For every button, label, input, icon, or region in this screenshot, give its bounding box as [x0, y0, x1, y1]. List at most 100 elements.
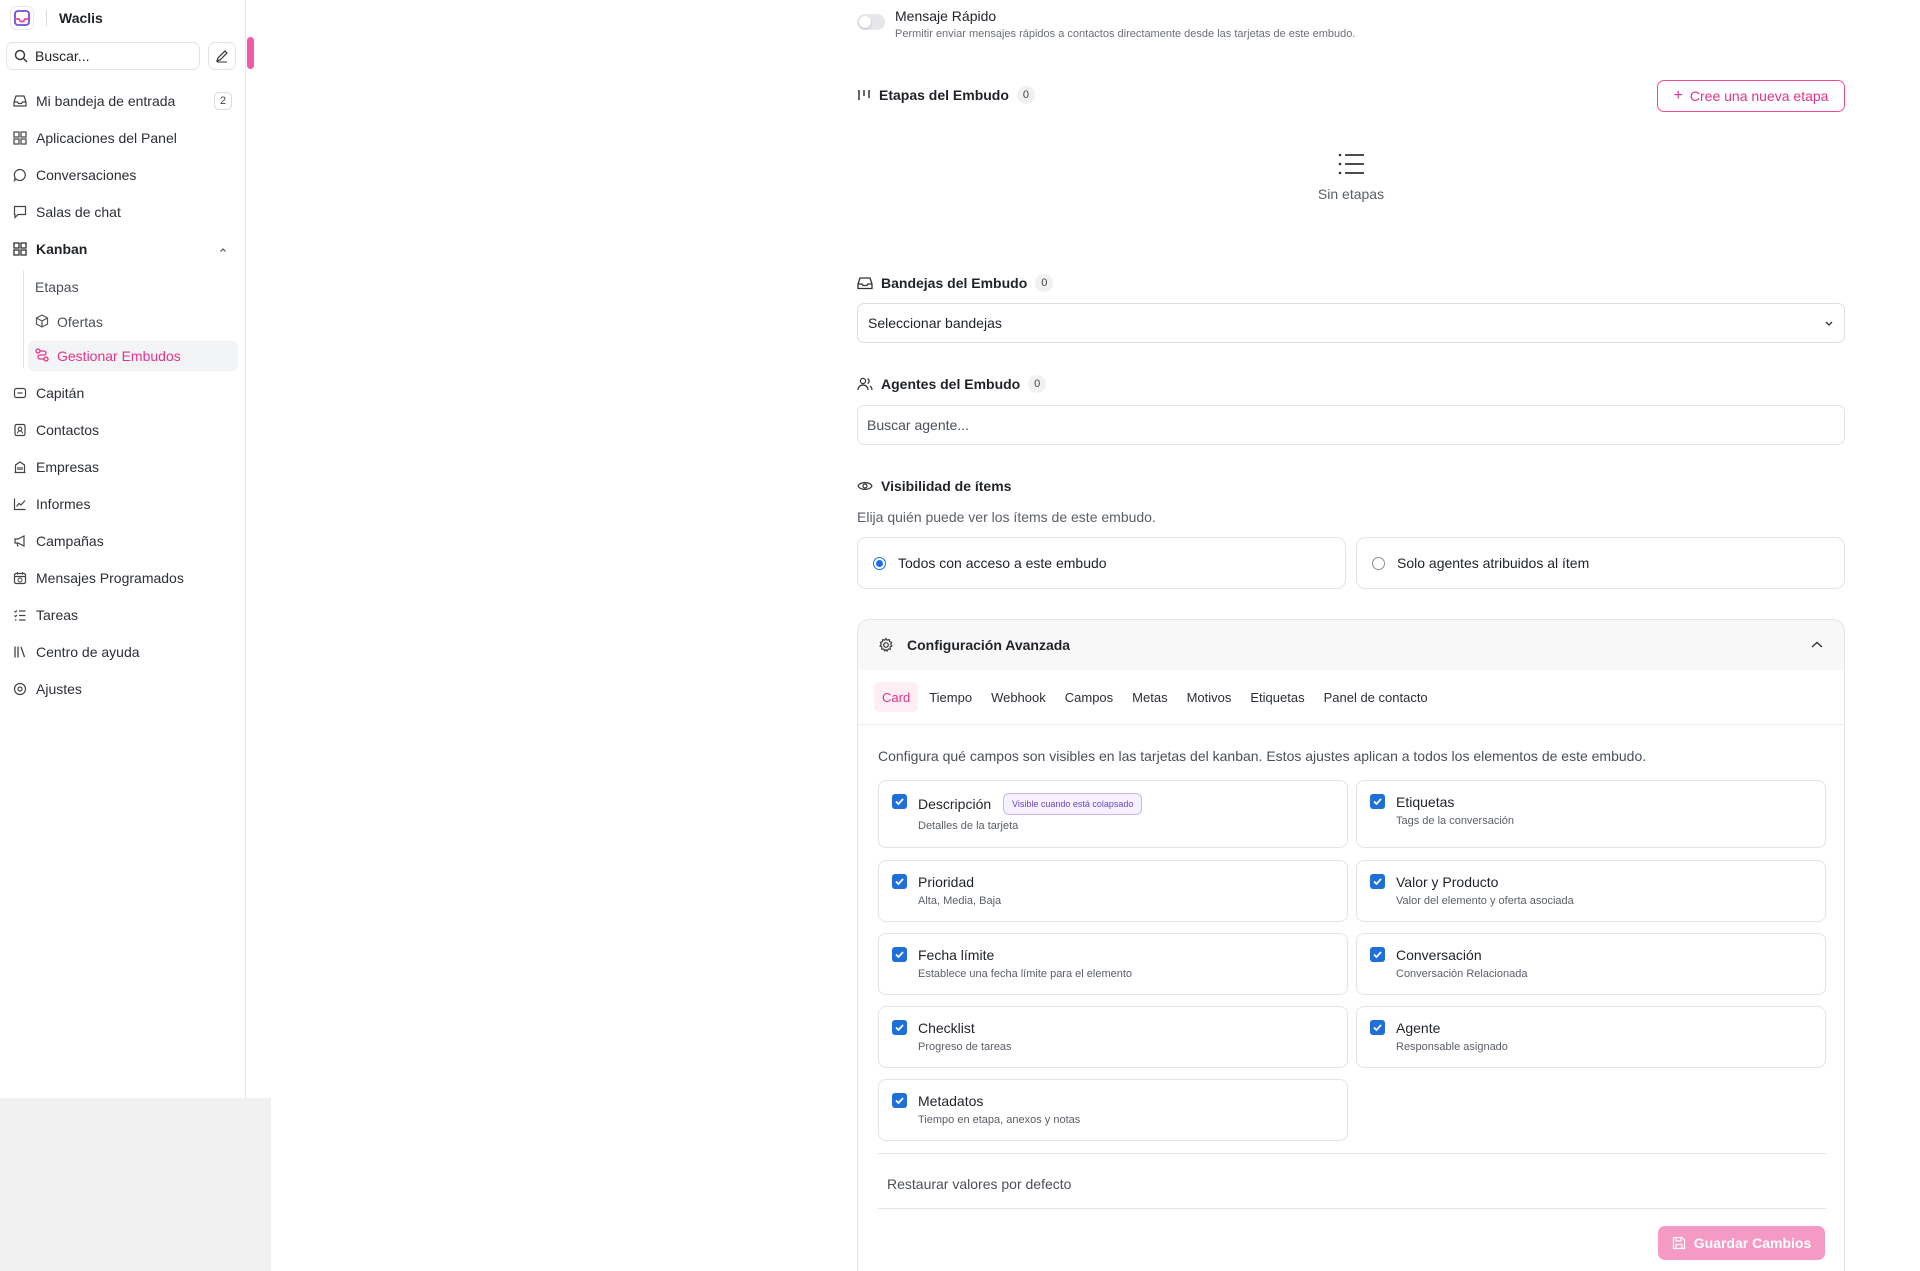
inbox-icon — [857, 277, 873, 290]
option-card-checklist[interactable]: Checklist Progreso de tareas — [878, 1006, 1348, 1068]
quick-message-description: Permitir enviar mensajes rápidos a conta… — [895, 28, 1356, 40]
sidebar-item-help-center[interactable]: Centro de ayuda — [6, 637, 238, 667]
option-card-valor-producto[interactable]: Valor y Producto Valor del elemento y of… — [1356, 860, 1826, 922]
sidebar-item-conversations[interactable]: Conversaciones — [6, 160, 238, 190]
option-title: Prioridad — [918, 874, 975, 890]
visible-collapsed-badge: Visible cuando está colapsado — [1003, 793, 1143, 815]
visibility-option-all[interactable]: Todos con acceso a este embudo — [857, 537, 1346, 589]
sidebar-item-label: Aplicaciones del Panel — [36, 130, 177, 146]
save-changes-label: Guardar Cambios — [1693, 1235, 1812, 1251]
sidebar-item-reports[interactable]: Informes — [6, 489, 238, 519]
checkbox-checked[interactable] — [892, 1093, 907, 1108]
advanced-config-title: Configuración Avanzada — [907, 637, 1071, 653]
tab-webhook[interactable]: Webhook — [983, 682, 1054, 712]
radio-selected[interactable] — [873, 556, 886, 570]
checkbox-checked[interactable] — [1370, 874, 1385, 889]
agent-search-input[interactable]: Buscar agente... — [857, 405, 1845, 445]
chevron-up-icon[interactable] — [1810, 638, 1824, 654]
sidebar-resize-handle[interactable] — [247, 37, 254, 69]
quick-message-toggle[interactable] — [857, 14, 885, 30]
sidebar-item-inbox[interactable]: Mi bandeja de entrada 2 — [6, 86, 238, 116]
sidebar-item-label: Tareas — [36, 607, 79, 623]
restore-defaults-button[interactable]: Restaurar valores por defecto — [887, 1176, 1071, 1192]
option-subtitle: Responsable asignado — [1396, 1041, 1508, 1053]
option-card-descripcion[interactable]: Descripción Visible cuando está colapsad… — [878, 780, 1348, 848]
search-placeholder: Buscar... — [35, 48, 90, 64]
sidebar-item-label: Kanban — [36, 241, 88, 257]
checkbox-checked[interactable] — [1370, 947, 1385, 962]
tab-tiempo[interactable]: Tiempo — [921, 682, 980, 712]
checkbox-checked[interactable] — [892, 794, 907, 809]
tab-etiquetas[interactable]: Etiquetas — [1242, 682, 1312, 712]
option-title: Fecha límite — [918, 947, 995, 963]
checkbox-checked[interactable] — [892, 1020, 907, 1035]
inbox-icon — [12, 93, 28, 109]
sidebar-item-tasks[interactable]: Tareas — [6, 600, 238, 630]
option-subtitle: Establece una fecha límite para el eleme… — [918, 968, 1133, 980]
compose-button[interactable] — [208, 42, 236, 70]
tab-panel-de-contacto[interactable]: Panel de contacto — [1316, 682, 1436, 712]
list-checks-icon — [12, 607, 28, 623]
settings-icon — [12, 681, 28, 697]
tab-card[interactable]: Card — [874, 682, 919, 712]
plus-icon: + — [1673, 87, 1683, 104]
grid-icon — [12, 130, 28, 146]
checkbox-checked[interactable] — [1370, 1020, 1385, 1035]
kanban-submenu-line — [23, 270, 24, 368]
option-card-fecha-limite[interactable]: Fecha límite Establece una fecha límite … — [878, 933, 1348, 995]
sidebar-item-kanban[interactable]: Kanban — [6, 234, 238, 264]
inboxes-select[interactable]: Seleccionar bandejas — [857, 303, 1845, 343]
advanced-config-header[interactable]: Configuración Avanzada — [858, 620, 1844, 670]
visibility-option-label: Solo agentes atribuidos al ítem — [1397, 555, 1590, 571]
inboxes-select-label: Seleccionar bandejas — [868, 315, 1002, 331]
sidebar-subitem-manage-funnels[interactable]: Gestionar Embudos — [28, 341, 238, 371]
option-card-prioridad[interactable]: Prioridad Alta, Media, Baja — [878, 860, 1348, 922]
checkbox-checked[interactable] — [892, 874, 907, 889]
contact-book-icon — [12, 422, 28, 438]
visibility-description: Elija quién puede ver los ítems de este … — [857, 509, 1156, 525]
visibility-option-assigned[interactable]: Solo agentes atribuidos al ítem — [1356, 537, 1845, 589]
sidebar-item-label: Empresas — [36, 459, 100, 475]
sidebar-item-label: Informes — [36, 496, 91, 512]
option-title: Etiquetas — [1396, 794, 1455, 810]
sidebar-subitem-ofertas[interactable]: Ofertas — [28, 307, 238, 337]
stages-count: 0 — [1016, 86, 1035, 104]
checkbox-checked[interactable] — [1370, 794, 1385, 809]
sidebar-item-contacts[interactable]: Contactos — [6, 415, 238, 445]
sidebar-item-captain[interactable]: Capitán — [6, 378, 238, 408]
sidebar-item-label: Conversaciones — [36, 167, 137, 183]
tab-metas[interactable]: Metas — [1124, 682, 1175, 712]
app-logo-icon[interactable] — [10, 6, 34, 30]
sidebar-item-label: Ajustes — [36, 681, 82, 697]
tab-motivos[interactable]: Motivos — [1179, 682, 1240, 712]
stages-section-title: Etapas del Embudo 0 — [857, 86, 1035, 104]
sidebar-item-label: Capitán — [36, 385, 85, 401]
option-card-metadatos[interactable]: Metadatos Tiempo en etapa, anexos y nota… — [878, 1079, 1348, 1141]
calendar-clock-icon — [12, 570, 28, 586]
sidebar-item-scheduled-messages[interactable]: Mensajes Programados — [6, 563, 238, 593]
option-card-agente[interactable]: Agente Responsable asignado — [1356, 1006, 1826, 1068]
chevron-up-icon[interactable] — [218, 242, 228, 258]
sidebar-item-settings[interactable]: Ajustes — [6, 674, 238, 704]
sidebar-item-apps[interactable]: Aplicaciones del Panel — [6, 123, 238, 153]
new-stage-button[interactable]: + Cree una nueva etapa — [1657, 80, 1845, 112]
option-card-conversacion[interactable]: Conversación Conversación Relacionada — [1356, 933, 1826, 995]
visibility-section-title: Visibilidad de ítems — [857, 478, 1011, 494]
sidebar-item-companies[interactable]: Empresas — [6, 452, 238, 482]
radio-unselected[interactable] — [1372, 556, 1385, 570]
option-card-etiquetas[interactable]: Etiquetas Tags de la conversación — [1356, 780, 1826, 848]
brand: Waclis — [10, 4, 103, 32]
search-input[interactable]: Buscar... — [6, 42, 200, 70]
option-subtitle: Alta, Media, Baja — [918, 895, 1002, 907]
stages-columns-icon — [858, 90, 870, 100]
search-icon — [14, 49, 28, 63]
kanban-icon — [12, 241, 28, 257]
tab-campos[interactable]: Campos — [1057, 682, 1121, 712]
sidebar-item-chat-rooms[interactable]: Salas de chat — [6, 197, 238, 227]
stages-title: Etapas del Embudo — [879, 87, 1009, 103]
sidebar-subitem-etapas[interactable]: Etapas — [28, 272, 238, 302]
save-changes-button[interactable]: Guardar Cambios — [1658, 1226, 1825, 1260]
inboxes-count: 0 — [1035, 274, 1054, 292]
checkbox-checked[interactable] — [892, 947, 907, 962]
sidebar-item-campaigns[interactable]: Campañas — [6, 526, 238, 556]
